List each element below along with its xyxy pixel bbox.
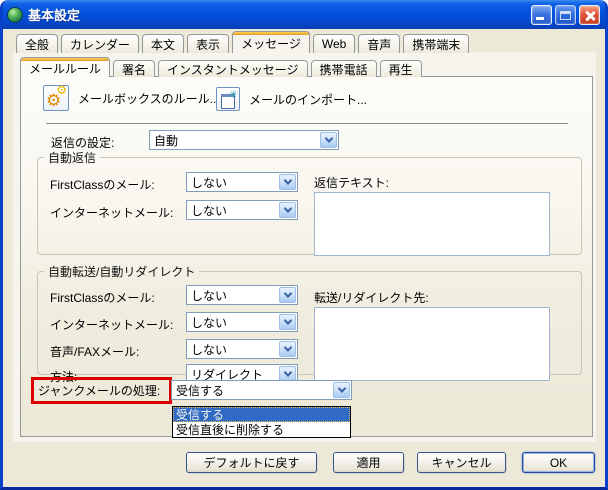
tab-calendar[interactable]: カレンダー bbox=[61, 34, 139, 53]
title-bar[interactable]: 基本設定 bbox=[0, 0, 608, 29]
dropdown-option-delete-after-receive[interactable]: 受信直後に削除する bbox=[173, 422, 350, 437]
apply-button[interactable]: 適用 bbox=[333, 452, 404, 473]
minimize-icon bbox=[536, 17, 544, 20]
auto-forward-group: 自動転送/自動リダイレクト FirstClassのメール: しない インターネッ… bbox=[37, 263, 582, 375]
junk-mail-label: ジャンクメールの処理: bbox=[38, 382, 160, 399]
chevron-down-icon[interactable] bbox=[333, 382, 350, 398]
auto-forward-group-title: 自動転送/自動リダイレクト bbox=[44, 263, 199, 280]
mailbox-rules-button[interactable] bbox=[43, 85, 69, 111]
forward-target-label: 転送/リダイレクト先: bbox=[314, 289, 429, 306]
maximize-button[interactable] bbox=[555, 5, 576, 25]
mailbox-rules-label: メールボックスのルール... bbox=[78, 90, 220, 107]
maximize-icon bbox=[560, 11, 571, 20]
tab-web[interactable]: Web bbox=[313, 34, 355, 53]
chevron-down-icon[interactable] bbox=[279, 174, 296, 190]
tab-voice[interactable]: 音声 bbox=[358, 34, 400, 53]
minimize-button[interactable] bbox=[531, 5, 552, 25]
auto-forward-internet-combobox[interactable]: しない bbox=[186, 312, 298, 332]
tab-mobile-device[interactable]: 携帯端末 bbox=[403, 34, 469, 53]
internet-mail-label: インターネットメール: bbox=[50, 204, 173, 221]
forward-target-textarea[interactable] bbox=[314, 307, 550, 381]
auto-reply-group: 自動返信 FirstClassのメール: しない インターネットメール: しない… bbox=[37, 149, 582, 255]
reply-setting-combobox[interactable]: 自動 bbox=[149, 130, 339, 150]
voice-fax-mail-label: 音声/FAXメール: bbox=[50, 343, 139, 360]
auto-forward-firstclass-combobox[interactable]: しない bbox=[186, 285, 298, 305]
cancel-button[interactable]: キャンセル bbox=[417, 452, 506, 473]
junk-mail-combobox[interactable]: 受信する bbox=[171, 380, 352, 400]
firstclass-mail-label: FirstClassのメール: bbox=[50, 289, 155, 306]
junk-mail-value: 受信する bbox=[176, 382, 351, 399]
close-button[interactable] bbox=[579, 5, 600, 25]
message-sub-tab-bar: メールルール 署名 インスタントメッセージ 携帯電話 再生 bbox=[20, 59, 422, 77]
restore-defaults-button[interactable]: デフォルトに戻す bbox=[186, 452, 317, 473]
mail-rules-panel: メールボックスのルール... メールのインポート... 返信の設定: 自動 自動… bbox=[20, 76, 593, 437]
auto-reply-firstclass-combobox[interactable]: しない bbox=[186, 172, 298, 192]
internet-mail-label: インターネットメール: bbox=[50, 316, 173, 333]
tab-playback[interactable]: 再生 bbox=[380, 60, 422, 77]
app-icon bbox=[7, 7, 23, 23]
tab-signature[interactable]: 署名 bbox=[113, 60, 155, 77]
auto-reply-internet-combobox[interactable]: しない bbox=[186, 200, 298, 220]
junk-mail-dropdown-list: 受信する 受信直後に削除する bbox=[172, 406, 351, 438]
divider bbox=[46, 123, 568, 124]
auto-reply-group-title: 自動返信 bbox=[44, 149, 100, 166]
tab-body[interactable]: 本文 bbox=[142, 34, 184, 53]
ok-button[interactable]: OK bbox=[522, 452, 595, 473]
chevron-down-icon[interactable] bbox=[279, 341, 296, 357]
reply-text-textarea[interactable] bbox=[314, 192, 550, 256]
main-tab-bar: 全般 カレンダー 本文 表示 メッセージ Web 音声 携帯端末 bbox=[16, 32, 469, 53]
chevron-down-icon[interactable] bbox=[320, 132, 337, 148]
chevron-down-icon[interactable] bbox=[279, 202, 296, 218]
tab-instant-message[interactable]: インスタントメッセージ bbox=[158, 60, 308, 77]
auto-forward-voicefax-combobox[interactable]: しない bbox=[186, 339, 298, 359]
close-icon bbox=[580, 6, 599, 24]
dropdown-option-receive[interactable]: 受信する bbox=[173, 407, 350, 422]
chevron-down-icon[interactable] bbox=[279, 287, 296, 303]
reply-text-label: 返信テキスト: bbox=[314, 174, 389, 191]
window-title: 基本設定 bbox=[28, 5, 80, 24]
chevron-down-icon[interactable] bbox=[279, 314, 296, 330]
tab-display[interactable]: 表示 bbox=[187, 34, 229, 53]
tab-mobile-phone[interactable]: 携帯電話 bbox=[311, 60, 377, 77]
junk-mail-annotation-box: ジャンクメールの処理: bbox=[31, 377, 172, 404]
mail-import-button[interactable] bbox=[216, 87, 240, 111]
mail-import-label: メールのインポート... bbox=[249, 91, 367, 108]
firstclass-mail-label: FirstClassのメール: bbox=[50, 176, 155, 193]
tab-mail-rules[interactable]: メールルール bbox=[20, 57, 110, 77]
preferences-dialog: 基本設定 全般 カレンダー 本文 表示 メッセージ Web 音声 携帯端末 メー… bbox=[0, 0, 608, 490]
reply-setting-value: 自動 bbox=[154, 132, 338, 149]
tab-message[interactable]: メッセージ bbox=[232, 31, 310, 53]
tab-general[interactable]: 全般 bbox=[16, 34, 58, 53]
